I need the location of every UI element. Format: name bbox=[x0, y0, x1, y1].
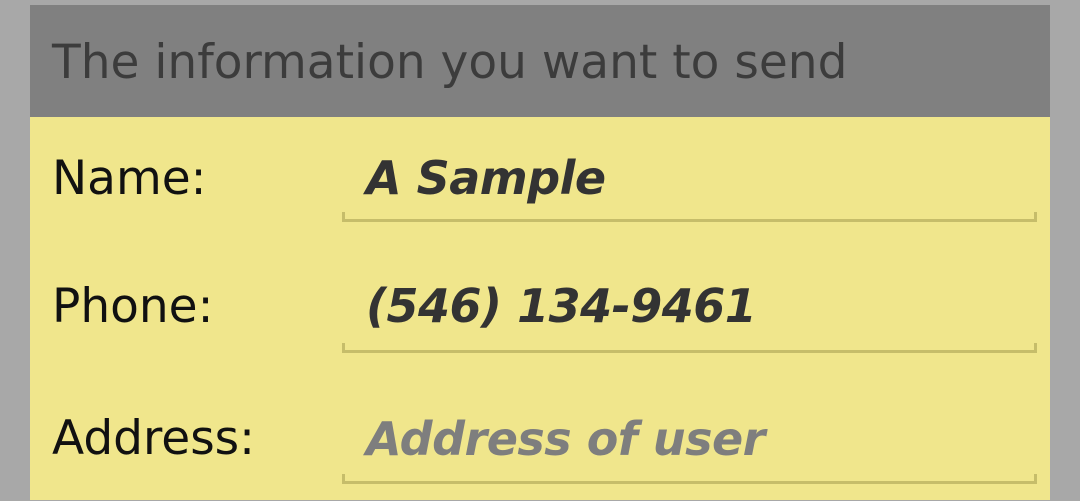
name-field-underline bbox=[342, 212, 1037, 222]
name-label: Name: bbox=[52, 151, 207, 206]
address-label: Address: bbox=[52, 411, 256, 466]
phone-field[interactable]: (546) 134-9461 bbox=[342, 267, 1037, 357]
address-placeholder[interactable]: Address of user bbox=[366, 411, 765, 467]
phone-value[interactable]: (546) 134-9461 bbox=[366, 278, 757, 334]
address-field[interactable]: Address of user bbox=[342, 399, 1037, 489]
phone-field-underline bbox=[342, 343, 1037, 353]
phone-label: Phone: bbox=[52, 279, 214, 334]
phone-row: Phone: (546) 134-9461 bbox=[30, 249, 1050, 369]
name-value[interactable]: A Sample bbox=[366, 150, 606, 206]
dialog-header: The information you want to send bbox=[30, 5, 1050, 117]
dialog-title: The information you want to send bbox=[52, 35, 848, 90]
address-row: Address: Address of user bbox=[30, 381, 1050, 501]
info-panel: The information you want to send Name: A… bbox=[30, 5, 1050, 500]
name-row: Name: A Sample bbox=[30, 117, 1050, 237]
name-field[interactable]: A Sample bbox=[342, 137, 1037, 227]
screen-frame: The information you want to send Name: A… bbox=[0, 0, 1080, 500]
address-field-underline bbox=[342, 474, 1037, 484]
